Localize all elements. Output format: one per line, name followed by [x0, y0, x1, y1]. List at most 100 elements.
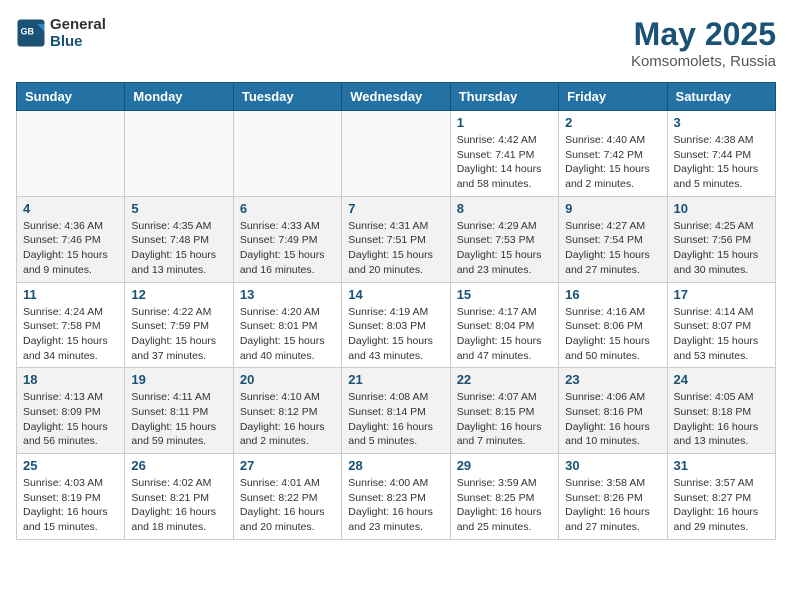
day-of-week-tuesday: Tuesday	[233, 83, 341, 111]
day-number: 13	[240, 287, 335, 302]
calendar-cell: 17 Sunrise: 4:14 AM Sunset: 8:07 PM Dayli…	[667, 282, 775, 368]
calendar-cell: 24Sunrise: 4:05 AM Sunset: 8:18 PM Dayli…	[667, 368, 775, 454]
calendar-cell: 22 Sunrise: 4:07 AM Sunset: 8:15 PM Dayli…	[450, 368, 558, 454]
calendar-cell: 16 Sunrise: 4:16 AM Sunset: 8:06 PM Dayli…	[559, 282, 667, 368]
day-number: 24	[674, 372, 769, 387]
calendar-cell: 2 Sunrise: 4:40 AM Sunset: 7:42 PM Daylig…	[559, 111, 667, 197]
day-info: Sunrise: 4:40 AM Sunset: 7:42 PM Dayligh…	[565, 133, 660, 192]
calendar-cell: 14 Sunrise: 4:19 AM Sunset: 8:03 PM Dayli…	[342, 282, 450, 368]
calendar-cell: 12 Sunrise: 4:22 AM Sunset: 7:59 PM Dayli…	[125, 282, 233, 368]
day-of-week-wednesday: Wednesday	[342, 83, 450, 111]
day-number: 22	[457, 372, 552, 387]
calendar-cell: 9Sunrise: 4:27 AM Sunset: 7:54 PM Daylig…	[559, 196, 667, 282]
title-block: May 2025 Komsomolets, Russia	[631, 16, 776, 70]
day-info: Sunrise: 4:22 AM Sunset: 7:59 PM Dayligh…	[131, 305, 226, 364]
day-number: 16	[565, 287, 660, 302]
calendar-cell: 23Sunrise: 4:06 AM Sunset: 8:16 PM Dayli…	[559, 368, 667, 454]
day-info: Sunrise: 4:33 AM Sunset: 7:49 PM Dayligh…	[240, 219, 335, 278]
day-number: 14	[348, 287, 443, 302]
day-info: Sunrise: 4:10 AM Sunset: 8:12 PM Dayligh…	[240, 390, 335, 449]
calendar-week-4: 18Sunrise: 4:13 AM Sunset: 8:09 PM Dayli…	[17, 368, 776, 454]
day-info: Sunrise: 4:06 AM Sunset: 8:16 PM Dayligh…	[565, 390, 660, 449]
calendar-cell: 20Sunrise: 4:10 AM Sunset: 8:12 PM Dayli…	[233, 368, 341, 454]
day-info: Sunrise: 4:20 AM Sunset: 8:01 PM Dayligh…	[240, 305, 335, 364]
day-of-week-friday: Friday	[559, 83, 667, 111]
calendar-cell: 19 Sunrise: 4:11 AM Sunset: 8:11 PM Dayli…	[125, 368, 233, 454]
day-info: Sunrise: 3:57 AM Sunset: 8:27 PM Dayligh…	[674, 476, 769, 535]
calendar-cell: 21Sunrise: 4:08 AM Sunset: 8:14 PM Dayli…	[342, 368, 450, 454]
day-number: 27	[240, 458, 335, 473]
day-info: Sunrise: 3:58 AM Sunset: 8:26 PM Dayligh…	[565, 476, 660, 535]
day-of-week-monday: Monday	[125, 83, 233, 111]
calendar-cell: 18Sunrise: 4:13 AM Sunset: 8:09 PM Dayli…	[17, 368, 125, 454]
day-info: Sunrise: 4:00 AM Sunset: 8:23 PM Dayligh…	[348, 476, 443, 535]
calendar-cell: 6 Sunrise: 4:33 AM Sunset: 7:49 PM Daylig…	[233, 196, 341, 282]
day-info: Sunrise: 4:24 AM Sunset: 7:58 PM Dayligh…	[23, 305, 118, 364]
calendar: SundayMondayTuesdayWednesdayThursdayFrid…	[16, 82, 776, 540]
day-info: Sunrise: 4:02 AM Sunset: 8:21 PM Dayligh…	[131, 476, 226, 535]
day-info: Sunrise: 4:07 AM Sunset: 8:15 PM Dayligh…	[457, 390, 552, 449]
calendar-cell: 1 Sunrise: 4:42 AM Sunset: 7:41 PM Daylig…	[450, 111, 558, 197]
day-number: 19	[131, 372, 226, 387]
calendar-cell	[233, 111, 341, 197]
day-of-week-saturday: Saturday	[667, 83, 775, 111]
calendar-cell: 26 Sunrise: 4:02 AM Sunset: 8:21 PM Dayli…	[125, 454, 233, 540]
calendar-cell	[342, 111, 450, 197]
calendar-cell: 28 Sunrise: 4:00 AM Sunset: 8:23 PM Dayli…	[342, 454, 450, 540]
calendar-week-5: 25 Sunrise: 4:03 AM Sunset: 8:19 PM Dayli…	[17, 454, 776, 540]
calendar-cell: 10 Sunrise: 4:25 AM Sunset: 7:56 PM Dayli…	[667, 196, 775, 282]
calendar-cell: 29 Sunrise: 3:59 AM Sunset: 8:25 PM Dayli…	[450, 454, 558, 540]
svg-text:GB: GB	[21, 27, 35, 37]
day-number: 3	[674, 115, 769, 130]
location: Komsomolets, Russia	[631, 53, 776, 70]
day-info: Sunrise: 4:36 AM Sunset: 7:46 PM Dayligh…	[23, 219, 118, 278]
day-info: Sunrise: 4:14 AM Sunset: 8:07 PM Dayligh…	[674, 305, 769, 364]
day-number: 2	[565, 115, 660, 130]
day-info: Sunrise: 4:29 AM Sunset: 7:53 PM Dayligh…	[457, 219, 552, 278]
day-info: Sunrise: 4:03 AM Sunset: 8:19 PM Dayligh…	[23, 476, 118, 535]
day-info: Sunrise: 4:16 AM Sunset: 8:06 PM Dayligh…	[565, 305, 660, 364]
calendar-cell: 3 Sunrise: 4:38 AM Sunset: 7:44 PM Daylig…	[667, 111, 775, 197]
day-number: 30	[565, 458, 660, 473]
calendar-cell: 15Sunrise: 4:17 AM Sunset: 8:04 PM Dayli…	[450, 282, 558, 368]
day-info: Sunrise: 4:35 AM Sunset: 7:48 PM Dayligh…	[131, 219, 226, 278]
day-number: 29	[457, 458, 552, 473]
calendar-cell: 25 Sunrise: 4:03 AM Sunset: 8:19 PM Dayli…	[17, 454, 125, 540]
logo: GB General Blue	[16, 16, 106, 50]
day-info: Sunrise: 4:38 AM Sunset: 7:44 PM Dayligh…	[674, 133, 769, 192]
day-info: Sunrise: 4:08 AM Sunset: 8:14 PM Dayligh…	[348, 390, 443, 449]
calendar-cell: 8 Sunrise: 4:29 AM Sunset: 7:53 PM Daylig…	[450, 196, 558, 282]
day-number: 17	[674, 287, 769, 302]
logo-icon: GB	[16, 18, 46, 48]
day-number: 10	[674, 201, 769, 216]
day-info: Sunrise: 4:42 AM Sunset: 7:41 PM Dayligh…	[457, 133, 552, 192]
calendar-cell: 13 Sunrise: 4:20 AM Sunset: 8:01 PM Dayli…	[233, 282, 341, 368]
logo-blue-text: Blue	[50, 33, 106, 50]
day-number: 26	[131, 458, 226, 473]
day-number: 11	[23, 287, 118, 302]
day-number: 15	[457, 287, 552, 302]
calendar-cell: 4Sunrise: 4:36 AM Sunset: 7:46 PM Daylig…	[17, 196, 125, 282]
day-number: 18	[23, 372, 118, 387]
calendar-week-3: 11 Sunrise: 4:24 AM Sunset: 7:58 PM Dayli…	[17, 282, 776, 368]
page-header: GB General Blue May 2025 Komsomolets, Ru…	[16, 16, 776, 70]
calendar-cell: 7Sunrise: 4:31 AM Sunset: 7:51 PM Daylig…	[342, 196, 450, 282]
day-number: 8	[457, 201, 552, 216]
day-number: 6	[240, 201, 335, 216]
day-number: 12	[131, 287, 226, 302]
day-info: Sunrise: 4:25 AM Sunset: 7:56 PM Dayligh…	[674, 219, 769, 278]
day-of-week-sunday: Sunday	[17, 83, 125, 111]
day-number: 25	[23, 458, 118, 473]
calendar-cell: 27 Sunrise: 4:01 AM Sunset: 8:22 PM Dayli…	[233, 454, 341, 540]
day-number: 1	[457, 115, 552, 130]
calendar-cell: 11 Sunrise: 4:24 AM Sunset: 7:58 PM Dayli…	[17, 282, 125, 368]
day-info: Sunrise: 4:11 AM Sunset: 8:11 PM Dayligh…	[131, 390, 226, 449]
calendar-cell	[125, 111, 233, 197]
day-info: Sunrise: 4:01 AM Sunset: 8:22 PM Dayligh…	[240, 476, 335, 535]
day-info: Sunrise: 3:59 AM Sunset: 8:25 PM Dayligh…	[457, 476, 552, 535]
day-info: Sunrise: 4:27 AM Sunset: 7:54 PM Dayligh…	[565, 219, 660, 278]
day-number: 5	[131, 201, 226, 216]
calendar-header-row: SundayMondayTuesdayWednesdayThursdayFrid…	[17, 83, 776, 111]
day-number: 28	[348, 458, 443, 473]
day-info: Sunrise: 4:19 AM Sunset: 8:03 PM Dayligh…	[348, 305, 443, 364]
